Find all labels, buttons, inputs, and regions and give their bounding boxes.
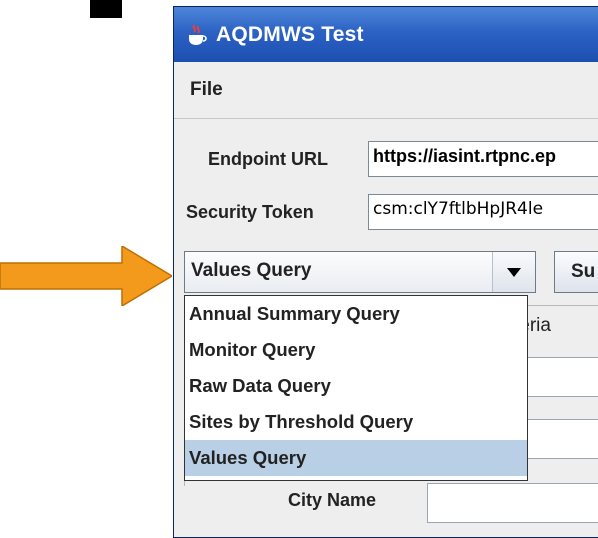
java-cup-icon [189, 24, 207, 45]
option-annual-summary-query[interactable]: Annual Summary Query [185, 296, 527, 332]
option-sites-by-threshold-query[interactable]: Sites by Threshold Query [185, 404, 527, 440]
combo-selected-value: Values Query [191, 260, 312, 281]
submit-button[interactable]: Su [554, 251, 598, 293]
window-title: AQDMWS Test [216, 22, 364, 46]
query-options-popup: Annual Summary Query Monitor Query Raw D… [184, 295, 528, 481]
endpoint-url-field[interactable]: https://iasint.rtpnc.ep [368, 141, 598, 177]
menu-bar: File [174, 62, 598, 119]
option-monitor-query[interactable]: Monitor Query [185, 332, 527, 368]
city-name-field[interactable] [427, 483, 598, 523]
security-token-field[interactable]: csm:clY7ftlbHpJR4le [368, 194, 598, 230]
query-type-combo[interactable]: Values Query [184, 251, 536, 293]
criteria-field-2[interactable] [525, 419, 598, 459]
security-token-label: Security Token [186, 202, 314, 222]
menu-file[interactable]: File [190, 79, 223, 101]
criteria-field-1[interactable] [525, 357, 598, 397]
option-values-query[interactable]: Values Query [185, 440, 527, 476]
app-window: AQDMWS Test File Endpoint URL https://ia… [173, 6, 598, 538]
title-bar[interactable]: AQDMWS Test [174, 7, 598, 62]
option-raw-data-query[interactable]: Raw Data Query [185, 368, 527, 404]
city-name-label: City Name [288, 490, 377, 510]
chevron-down-icon [507, 267, 521, 277]
step-marker [90, 0, 122, 18]
combo-dropdown-button[interactable] [492, 252, 535, 292]
orange-arrow-icon [0, 246, 172, 306]
endpoint-url-label: Endpoint URL [208, 149, 328, 169]
